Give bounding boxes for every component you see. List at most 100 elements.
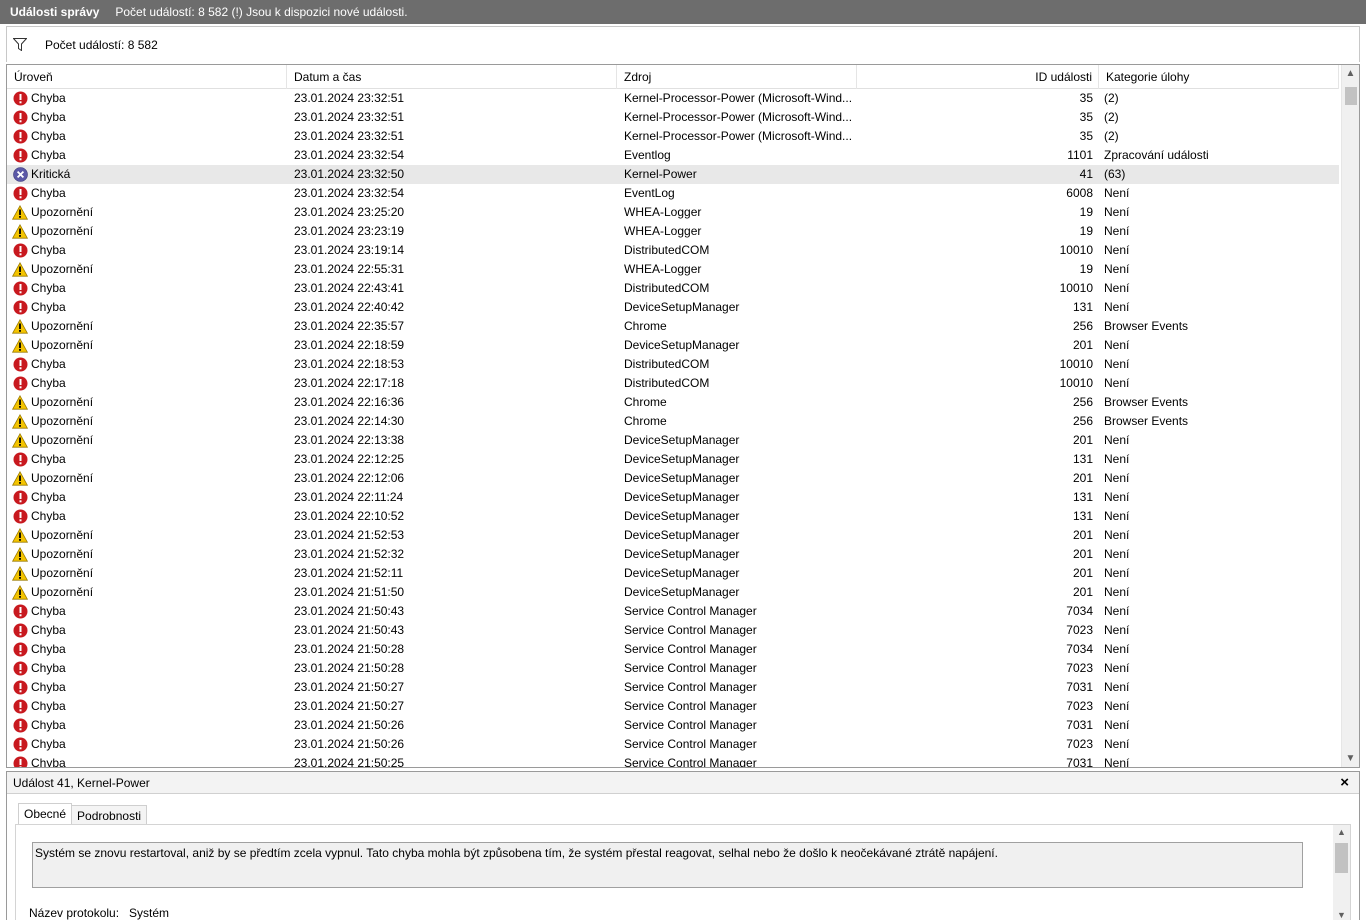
event-level-label: Upozornění	[31, 338, 94, 352]
tab-details[interactable]: Podrobnosti	[71, 805, 148, 825]
event-row[interactable]: Chyba 23.01.2024 21:50:27 Service Control …	[7, 697, 1339, 716]
detail-vertical-scrollbar[interactable]: ▲ ▼	[1333, 825, 1350, 920]
event-row[interactable]: Chyba 23.01.2024 21:50:43 Service Control …	[7, 602, 1339, 621]
event-row[interactable]: Upozornění 23.01.2024 22:55:31 WHEA-Logger…	[7, 260, 1339, 279]
event-id: 35	[1079, 129, 1093, 143]
event-row[interactable]: Chyba 23.01.2024 22:18:53 DistributedCOM 10…	[7, 355, 1339, 374]
event-date: 23.01.2024 21:52:32	[294, 547, 405, 561]
column-level[interactable]: Úroveň	[7, 65, 287, 89]
event-row[interactable]: Chyba 23.01.2024 22:17:18 DistributedCOM 10…	[7, 374, 1339, 393]
protocol-field: Název protokolu: Systém	[29, 906, 169, 920]
event-row[interactable]: Upozornění 23.01.2024 23:25:20 WHEA-Logger…	[7, 203, 1339, 222]
event-row[interactable]: Upozornění 23.01.2024 23:23:19 WHEA-Logger…	[7, 222, 1339, 241]
event-level-label: Upozornění	[31, 471, 94, 485]
event-source: Kernel-Processor-Power (Microsoft-Wind..…	[624, 91, 853, 105]
event-level: Upozornění	[12, 260, 287, 279]
event-level-label: Chyba	[31, 129, 66, 143]
error-icon	[12, 148, 28, 164]
event-row[interactable]: Kritická 23.01.2024 23:32:50 Kernel-Power 4…	[7, 165, 1339, 184]
event-date: 23.01.2024 22:40:42	[294, 300, 405, 314]
event-level: Upozornění	[12, 336, 287, 355]
column-id[interactable]: ID události	[857, 65, 1099, 89]
warning-icon	[12, 566, 28, 582]
event-level: Chyba	[12, 507, 287, 526]
event-row[interactable]: Chyba 23.01.2024 21:50:25 Service Control …	[7, 754, 1339, 767]
event-date: 23.01.2024 22:43:41	[294, 281, 405, 295]
event-level: Chyba	[12, 450, 287, 469]
grid-vertical-scrollbar[interactable]: ▲ ▼	[1341, 65, 1359, 767]
event-row[interactable]: Chyba 23.01.2024 23:32:51 Kernel-Processor…	[7, 89, 1339, 108]
new-events-message[interactable]: Počet událostí: 8 582 (!) Jsou k dispozi…	[115, 5, 407, 19]
event-row[interactable]: Chyba 23.01.2024 21:50:26 Service Control …	[7, 735, 1339, 754]
detail-tabs: Obecné Podrobnosti	[18, 803, 148, 825]
protocol-label: Název protokolu:	[29, 906, 120, 920]
event-level: Chyba	[12, 241, 287, 260]
error-icon	[12, 243, 28, 259]
event-row[interactable]: Upozornění 23.01.2024 21:52:11 DeviceSetup…	[7, 564, 1339, 583]
event-id: 201	[1072, 547, 1093, 561]
event-row[interactable]: Upozornění 23.01.2024 22:14:30 Chrome 256 Br…	[7, 412, 1339, 431]
event-row[interactable]: Chyba 23.01.2024 21:50:26 Service Control …	[7, 716, 1339, 735]
event-id: 10010	[1059, 281, 1093, 295]
event-row[interactable]: Chyba 23.01.2024 22:11:24 DeviceSetupManag…	[7, 488, 1339, 507]
event-row[interactable]: Chyba 23.01.2024 21:50:28 Service Control …	[7, 640, 1339, 659]
close-icon[interactable]: ×	[1340, 772, 1349, 794]
event-row[interactable]: Chyba 23.01.2024 21:50:27 Service Control …	[7, 678, 1339, 697]
event-source: Eventlog	[624, 148, 671, 162]
detail-scroll-down-icon[interactable]: ▼	[1333, 908, 1350, 920]
event-date: 23.01.2024 22:17:18	[294, 376, 405, 390]
event-date: 23.01.2024 23:32:54	[294, 186, 405, 200]
event-date: 23.01.2024 21:50:27	[294, 699, 405, 713]
event-level-label: Chyba	[31, 281, 66, 295]
event-id: 35	[1079, 91, 1093, 105]
event-row[interactable]: Upozornění 23.01.2024 21:52:53 DeviceSetup…	[7, 526, 1339, 545]
event-row[interactable]: Chyba 23.01.2024 21:50:43 Service Control …	[7, 621, 1339, 640]
event-row[interactable]: Upozornění 23.01.2024 22:13:38 DeviceSetup…	[7, 431, 1339, 450]
event-source: DeviceSetupManager	[624, 585, 740, 599]
scroll-down-icon[interactable]: ▼	[1342, 750, 1359, 767]
event-date: 23.01.2024 21:50:27	[294, 680, 405, 694]
event-source: DistributedCOM	[624, 281, 710, 295]
event-row[interactable]: Chyba 23.01.2024 22:12:25 DeviceSetupManag…	[7, 450, 1339, 469]
event-row[interactable]: Chyba 23.01.2024 23:32:54 Eventlog 1101 Zpra…	[7, 146, 1339, 165]
tab-general[interactable]: Obecné	[18, 803, 73, 825]
detail-scroll-up-icon[interactable]: ▲	[1333, 825, 1350, 839]
event-source: WHEA-Logger	[624, 262, 702, 276]
events-grid[interactable]: Úroveň Datum a čas Zdroj ID události Kat…	[6, 64, 1360, 768]
event-row[interactable]: Upozornění 23.01.2024 22:16:36 Chrome 256 Br…	[7, 393, 1339, 412]
event-row[interactable]: Chyba 23.01.2024 22:40:42 DeviceSetupManag…	[7, 298, 1339, 317]
event-source: DeviceSetupManager	[624, 490, 740, 504]
scroll-thumb[interactable]	[1345, 87, 1357, 105]
event-level-label: Upozornění	[31, 566, 94, 580]
event-row[interactable]: Chyba 23.01.2024 23:19:14 DistributedCOM 10…	[7, 241, 1339, 260]
event-description[interactable]: Systém se znovu restartoval, aniž by se …	[32, 842, 1303, 888]
error-icon	[12, 642, 28, 658]
column-date[interactable]: Datum a čas	[287, 65, 617, 89]
event-row[interactable]: Chyba 23.01.2024 22:43:41 DistributedCOM 10…	[7, 279, 1339, 298]
error-icon	[12, 110, 28, 126]
column-source[interactable]: Zdroj	[617, 65, 857, 89]
event-category: (2)	[1104, 129, 1119, 143]
event-row[interactable]: Chyba 23.01.2024 23:32:51 Kernel-Processor…	[7, 127, 1339, 146]
event-row[interactable]: Upozornění 23.01.2024 21:52:32 DeviceSetup…	[7, 545, 1339, 564]
event-id: 6008	[1066, 186, 1093, 200]
event-row[interactable]: Chyba 23.01.2024 23:32:51 Kernel-Processor…	[7, 108, 1339, 127]
event-row[interactable]: Upozornění 23.01.2024 22:18:59 DeviceSetup…	[7, 336, 1339, 355]
event-row[interactable]: Chyba 23.01.2024 21:50:28 Service Control …	[7, 659, 1339, 678]
event-row[interactable]: Upozornění 23.01.2024 22:12:06 DeviceSetup…	[7, 469, 1339, 488]
event-id: 7023	[1066, 737, 1093, 751]
scroll-up-icon[interactable]: ▲	[1342, 65, 1359, 82]
event-level-label: Upozornění	[31, 585, 94, 599]
event-row[interactable]: Upozornění 23.01.2024 22:35:57 Chrome 256 Br…	[7, 317, 1339, 336]
detail-scroll-thumb[interactable]	[1335, 843, 1348, 873]
event-level: Upozornění	[12, 431, 287, 450]
event-row[interactable]: Chyba 23.01.2024 22:10:52 DeviceSetupManag…	[7, 507, 1339, 526]
event-level: Kritická	[12, 165, 287, 184]
event-row[interactable]: Upozornění 23.01.2024 21:51:50 DeviceSetup…	[7, 583, 1339, 602]
error-icon	[12, 509, 28, 525]
event-row[interactable]: Chyba 23.01.2024 23:32:54 EventLog 6008 Není	[7, 184, 1339, 203]
event-category: Není	[1104, 357, 1130, 371]
event-source: Chrome	[624, 319, 667, 333]
column-category[interactable]: Kategorie úlohy	[1099, 65, 1339, 89]
event-date: 23.01.2024 21:51:50	[294, 585, 405, 599]
